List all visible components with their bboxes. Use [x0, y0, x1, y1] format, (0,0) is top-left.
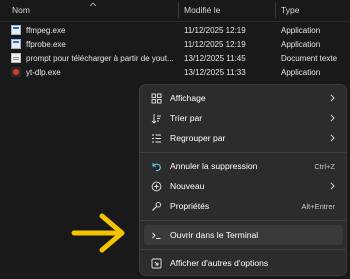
column-header-name[interactable]: Nom	[12, 0, 30, 20]
column-header-modified[interactable]: Modifié le	[184, 0, 220, 20]
column-divider[interactable]	[178, 2, 179, 18]
menu-item-proprietes[interactable]: Propriétés Alt+Entrer	[144, 196, 343, 216]
file-modified: 13/12/2025 11:45	[184, 53, 246, 63]
more-options-icon	[151, 258, 162, 269]
yellow-arrow-icon	[71, 213, 125, 253]
exe-icon	[11, 25, 21, 35]
menu-item-label: Ouvrir dans le Terminal	[170, 230, 259, 240]
menu-item-label: Annuler la suppression	[170, 161, 258, 171]
menu-item-label: Regrouper par	[170, 133, 226, 143]
chevron-right-icon	[330, 182, 335, 190]
chevron-right-icon	[330, 134, 335, 142]
menu-separator	[140, 249, 346, 250]
file-row[interactable]: yt-dlp.exe 13/12/2025 11:33 Application	[0, 65, 350, 79]
file-modified: 11/12/2025 12:19	[184, 39, 246, 49]
menu-item-annuler-suppression[interactable]: Annuler la suppression Ctrl+Z	[144, 156, 343, 176]
sort-icon	[151, 113, 162, 124]
shortcut-label: Alt+Entrer	[301, 201, 335, 211]
menu-item-label: Afficher d'autres d'options	[170, 258, 269, 268]
file-type: Application	[281, 25, 321, 35]
context-menu: Affichage Trier par Regrouper par Annule…	[139, 84, 347, 276]
exe-icon	[11, 39, 21, 49]
file-type: Application	[281, 39, 321, 49]
menu-item-label: Propriétés	[170, 201, 210, 211]
text-file-icon	[11, 53, 21, 63]
new-plus-icon	[151, 181, 162, 192]
chevron-right-icon	[330, 114, 335, 122]
column-header-type[interactable]: Type	[281, 0, 299, 20]
menu-item-label: Nouveau	[170, 181, 205, 191]
file-type: Document texte	[281, 53, 338, 63]
file-name: ffprobe.exe	[26, 39, 66, 49]
menu-item-nouveau[interactable]: Nouveau	[144, 176, 343, 196]
file-name: yt-dlp.exe	[26, 67, 61, 77]
header-divider	[0, 21, 350, 22]
sort-up-icon[interactable]	[89, 1, 97, 7]
chevron-right-icon	[330, 94, 335, 102]
file-type: Application	[281, 67, 321, 77]
file-row[interactable]: prompt pour télécharger à partir de yout…	[0, 51, 350, 65]
menu-item-autres-options[interactable]: Afficher d'autres d'options	[144, 253, 343, 273]
menu-item-trier-par[interactable]: Trier par	[144, 108, 343, 128]
shortcut-label: Ctrl+Z	[314, 161, 335, 171]
yt-dlp-icon	[11, 67, 21, 77]
wrench-icon	[151, 201, 162, 212]
file-row[interactable]: ffmpeg.exe 11/12/2025 12:19 Application	[0, 23, 350, 37]
column-divider[interactable]	[275, 2, 276, 18]
grid-view-icon	[151, 93, 162, 104]
undo-icon	[151, 161, 162, 172]
file-row[interactable]: ffprobe.exe 11/12/2025 12:19 Application	[0, 37, 350, 51]
menu-item-regrouper-par[interactable]: Regrouper par	[144, 128, 343, 148]
menu-separator	[140, 152, 346, 153]
file-modified: 11/12/2025 12:19	[184, 25, 246, 35]
group-list-icon	[151, 133, 162, 144]
menu-separator	[140, 220, 346, 221]
menu-item-affichage[interactable]: Affichage	[144, 88, 343, 108]
file-list-header: Nom Modifié le Type	[0, 0, 350, 20]
file-name: ffmpeg.exe	[26, 25, 66, 35]
file-modified: 13/12/2025 11:33	[184, 67, 246, 77]
menu-item-ouvrir-terminal[interactable]: Ouvrir dans le Terminal	[144, 225, 343, 245]
terminal-icon	[151, 230, 162, 241]
file-name: prompt pour télécharger à partir de yout…	[26, 53, 174, 63]
menu-item-label: Trier par	[170, 113, 203, 123]
menu-item-label: Affichage	[170, 93, 206, 103]
